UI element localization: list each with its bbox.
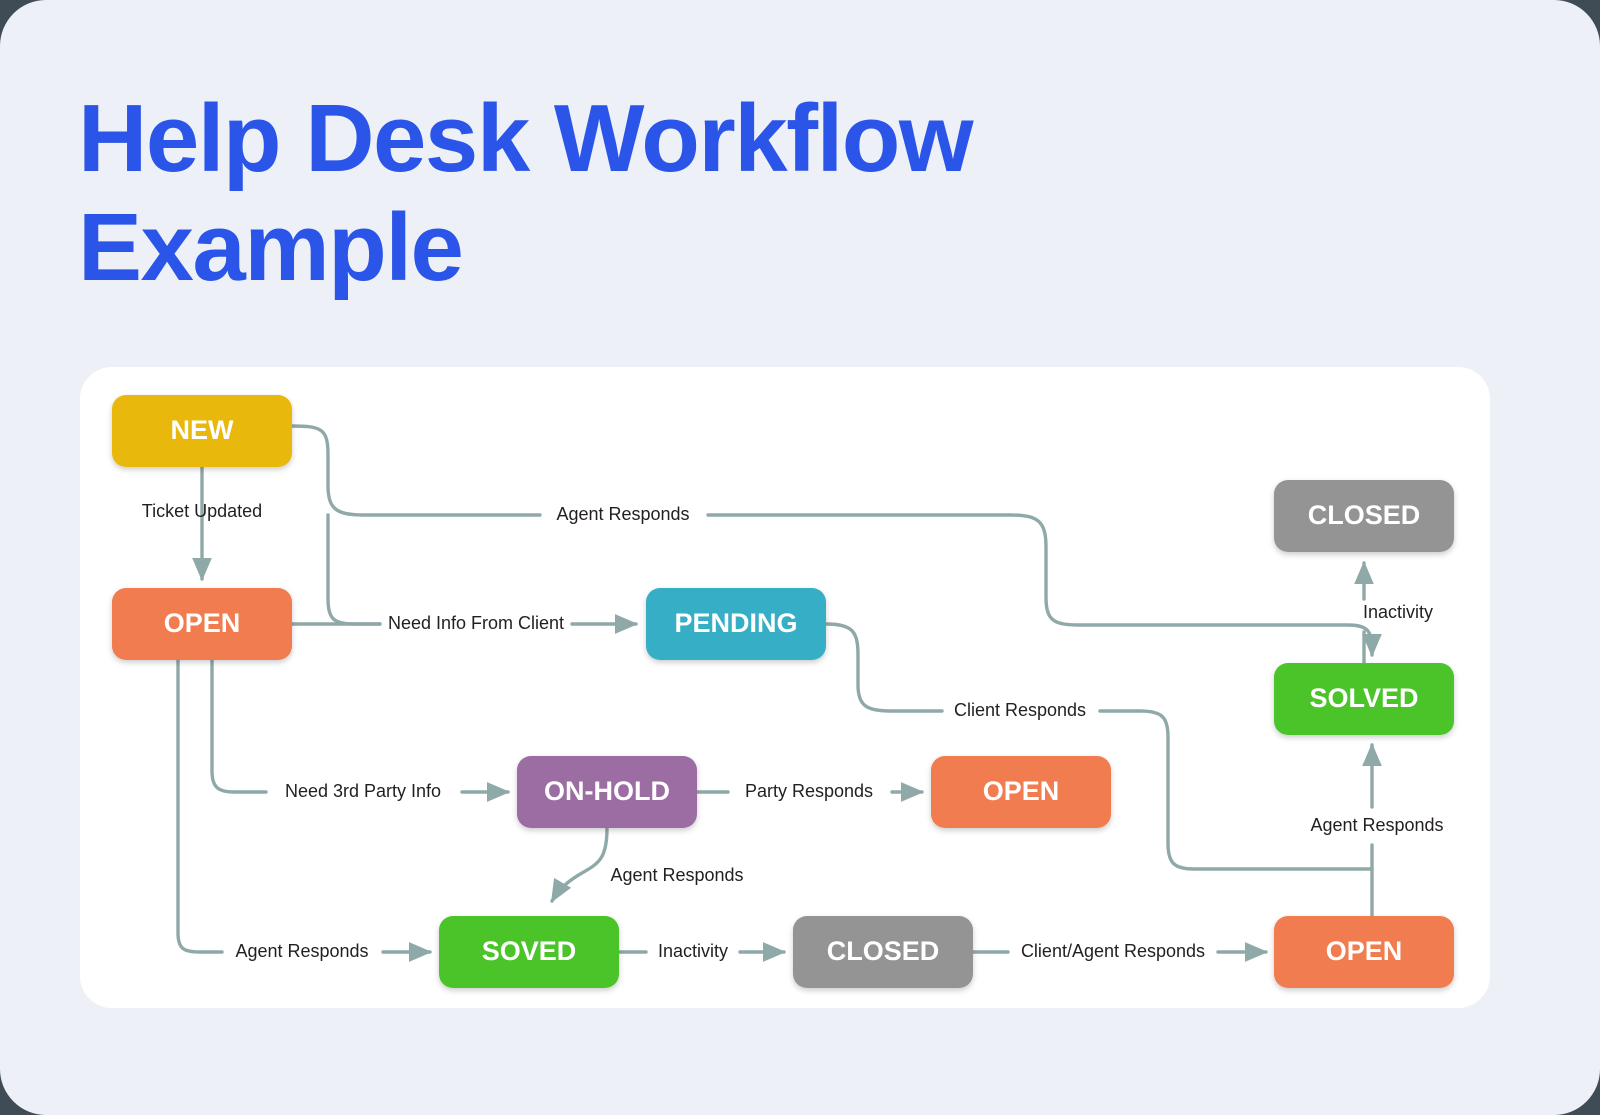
edge-label-layer: Ticket Updated Agent Responds Need Info … — [142, 501, 1444, 961]
page-root: Help Desk Workflow Example NEW OPEN PEND… — [0, 0, 1600, 1115]
node-pending[interactable]: PENDING — [646, 588, 826, 660]
page-title: Help Desk Workflow Example — [78, 85, 974, 302]
node-solved[interactable]: SOLVED — [1274, 663, 1454, 735]
edge-label-ticket-updated: Ticket Updated — [142, 501, 262, 521]
node-open-middle-label: OPEN — [983, 776, 1060, 806]
edge-label-inactivity-right: Inactivity — [1363, 602, 1433, 622]
node-closed-top[interactable]: CLOSED — [1274, 480, 1454, 552]
node-on-hold[interactable]: ON-HOLD — [517, 756, 697, 828]
edge-label-client-responds: Client Responds — [954, 700, 1086, 720]
node-layer: NEW OPEN PENDING CLOSED SOLVED ON-HOLD O… — [112, 395, 1454, 988]
node-open-bottom-label: OPEN — [1326, 936, 1403, 966]
node-closed-bottom-label: CLOSED — [827, 936, 940, 966]
edge-open-onhold-need-3rd-party — [210, 658, 268, 794]
workflow-card: NEW OPEN PENDING CLOSED SOLVED ON-HOLD O… — [80, 367, 1490, 1008]
edge-label-need-3rd-party-info: Need 3rd Party Info — [285, 781, 441, 801]
node-new-label: NEW — [171, 415, 235, 445]
node-open-bottom[interactable]: OPEN — [1274, 916, 1454, 988]
edge-label-party-responds: Party Responds — [745, 781, 873, 801]
edge-label-client-agent-responds: Client/Agent Responds — [1021, 941, 1205, 961]
edge-layer — [176, 424, 1372, 962]
workflow-diagram: NEW OPEN PENDING CLOSED SOLVED ON-HOLD O… — [112, 395, 1454, 988]
edge-open-soved-agent-responds — [176, 658, 224, 954]
edge-label-agent-responds-onhold: Agent Responds — [610, 865, 743, 885]
edge-new-branch-down — [326, 513, 382, 626]
node-pending-label: PENDING — [674, 608, 797, 638]
node-on-hold-label: ON-HOLD — [544, 776, 670, 806]
node-solved-label: SOLVED — [1309, 683, 1418, 713]
node-new[interactable]: NEW — [112, 395, 292, 467]
edge-label-agent-responds-bottom: Agent Responds — [1310, 815, 1443, 835]
edge-onhold-soved-agent-responds — [550, 826, 609, 903]
edge-label-agent-responds-open: Agent Responds — [235, 941, 368, 961]
node-soved-label: SOVED — [482, 936, 577, 966]
edge-label-need-info-from-client: Need Info From Client — [388, 613, 564, 633]
node-open-left-label: OPEN — [164, 608, 241, 638]
edge-label-inactivity-bottom: Inactivity — [658, 941, 728, 961]
node-closed-bottom[interactable]: CLOSED — [793, 916, 973, 988]
edge-pending-client-responds — [824, 622, 944, 713]
node-open-middle[interactable]: OPEN — [931, 756, 1111, 828]
node-soved[interactable]: SOVED — [439, 916, 619, 988]
edge-label-agent-responds-top: Agent Responds — [556, 504, 689, 524]
node-open-left[interactable]: OPEN — [112, 588, 292, 660]
node-closed-top-label: CLOSED — [1308, 500, 1421, 530]
